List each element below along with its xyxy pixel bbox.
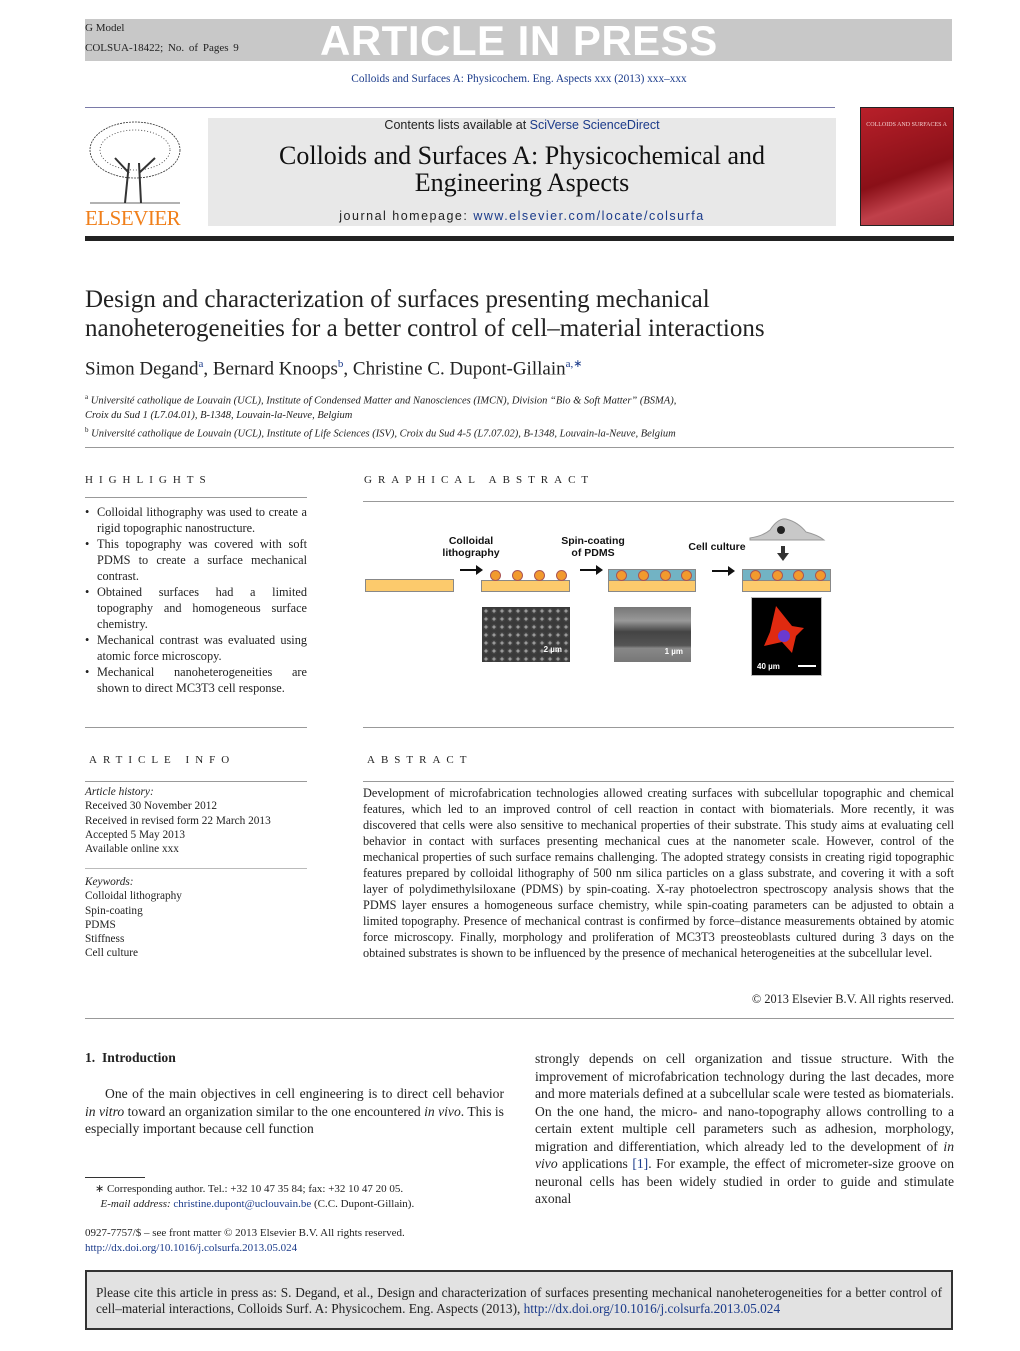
arrow-right-icon	[580, 565, 603, 575]
article-in-press-label: ARTICLE IN PRESS	[320, 17, 718, 64]
cite-this-article-box: Please cite this article in press as: S.…	[85, 1270, 953, 1330]
article-id: COLSUA-18422; No. of Pages 9	[85, 42, 239, 54]
highlight-item: Mechanical nanoheterogeneities are shown…	[85, 664, 307, 696]
article-history: Article history: Received 30 November 20…	[85, 786, 271, 856]
highlight-item: This topography was covered with soft PD…	[85, 536, 307, 584]
email-link[interactable]: christine.dupont@uclouvain.be	[173, 1198, 311, 1210]
doi-link[interactable]: http://dx.doi.org/10.1016/j.colsurfa.201…	[85, 1242, 297, 1254]
highlight-item: Colloidal lithography was used to create…	[85, 504, 307, 536]
front-matter: 0927-7757/$ – see front matter © 2013 El…	[85, 1227, 405, 1254]
sem-image-particles: 2 µm	[482, 607, 570, 662]
author: Christine C. Dupont-Gillain	[352, 358, 566, 380]
affiliations: a Université catholique de Louvain (UCL)…	[85, 393, 677, 439]
article-in-press-banner: G Model COLSUA-18422; No. of Pages 9 ART…	[85, 17, 952, 64]
keyword: Colloidal lithography	[85, 890, 182, 903]
journal-header: Contents lists available at SciVerse Sci…	[208, 118, 836, 226]
cite-doi-link[interactable]: http://dx.doi.org/10.1016/j.colsurfa.201…	[524, 1301, 780, 1316]
abstract-copyright: © 2013 Elsevier B.V. All rights reserved…	[751, 992, 954, 1006]
abstract-text: Development of microfabrication technolo…	[363, 786, 954, 960]
glass-substrate	[742, 580, 831, 592]
pdms-layer	[742, 569, 831, 581]
journal-cover-image: COLLOIDS AND SURFACES A	[860, 107, 954, 226]
fluorescence-cell-image: 40 µm	[751, 597, 822, 676]
journal-homepage-link[interactable]: www.elsevier.com/locate/colsurfa	[473, 209, 704, 223]
cell-icon	[749, 518, 826, 561]
glass-substrate	[365, 579, 454, 592]
keyword: PDMS	[85, 918, 116, 931]
intro-paragraph: One of the main objectives in cell engin…	[85, 1086, 504, 1136]
label-spin-coating: Spin-coating of PDMS	[561, 535, 625, 559]
glass-substrate	[608, 580, 696, 592]
intro-paragraph-continued: strongly depends on cell organization an…	[535, 1051, 954, 1206]
reference-link[interactable]: [1]	[632, 1156, 648, 1171]
pdms-layer	[608, 569, 696, 581]
sem-image-cross-section: 1 µm	[614, 607, 691, 662]
header-divider	[85, 236, 954, 241]
highlights-heading: HIGHLIGHTS	[85, 474, 212, 486]
corresponding-author-footnote: ∗ Corresponding author. Tel.: +32 10 47 …	[95, 1183, 415, 1210]
author: Bernard Knoops	[212, 358, 338, 380]
graphical-abstract-heading: GRAPHICAL ABSTRACT	[364, 474, 595, 486]
highlights-list: Colloidal lithography was used to create…	[85, 504, 307, 696]
article-title: Design and characterization of surfaces …	[85, 286, 765, 342]
highlight-item: Mechanical contrast was evaluated using …	[85, 632, 307, 664]
keyword: Stiffness	[85, 933, 125, 946]
keyword: Spin-coating	[85, 904, 143, 917]
article-info-heading: ARTICLE INFO	[89, 754, 236, 766]
elsevier-wordmark: ELSEVIER	[85, 206, 181, 230]
elsevier-logo: ELSEVIER	[85, 118, 185, 230]
keywords: Keywords: Colloidal lithography Spin-coa…	[85, 876, 182, 960]
keyword: Cell culture	[85, 947, 139, 960]
glass-substrate	[481, 580, 570, 592]
journal-title: Colloids and Surfaces A: Physicochemical…	[279, 141, 765, 197]
section-heading-introduction: 1. Introduction	[85, 1050, 176, 1065]
journal-citation-line[interactable]: Colloids and Surfaces A: Physicochem. En…	[0, 73, 1020, 85]
arrow-right-icon	[712, 566, 735, 576]
g-model: G Model	[85, 22, 125, 34]
label-cell-culture: Cell culture	[688, 541, 746, 553]
label-colloidal-lithography: Colloidal lithography	[442, 535, 500, 559]
abstract-heading: ABSTRACT	[367, 754, 473, 766]
arrow-right-icon	[460, 565, 483, 575]
author: Simon Degand	[85, 358, 199, 380]
elsevier-tree-icon	[89, 121, 181, 204]
author-list: Simon Deganda, Bernard Knoopsb, Christin…	[85, 358, 583, 380]
highlight-item: Obtained surfaces had a limited topograp…	[85, 584, 307, 632]
sciencedirect-link[interactable]: SciVerse ScienceDirect	[530, 118, 660, 132]
